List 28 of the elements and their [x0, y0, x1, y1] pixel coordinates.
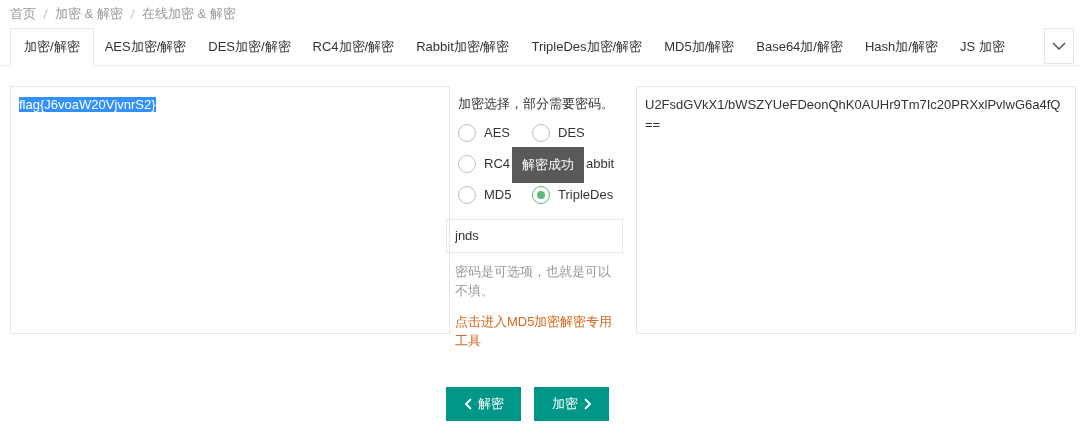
tab[interactable]: JS 加密: [948, 28, 1016, 65]
tab[interactable]: DES加密/解密: [197, 28, 302, 65]
password-hint: 密码是可选项，也就是可以不填。: [454, 262, 612, 300]
tab[interactable]: RC4加密/解密: [301, 28, 406, 65]
encrypt-button[interactable]: 加密: [534, 386, 609, 421]
decrypt-button[interactable]: 解密: [446, 386, 521, 421]
tab[interactable]: Base64加/解密: [745, 28, 854, 65]
tab[interactable]: Hash加/解密: [853, 28, 949, 65]
radio-label: DES: [558, 124, 585, 143]
md5-tool-link[interactable]: 点击进入MD5加密解密专用工具: [450, 311, 626, 350]
ciphertext-field[interactable]: U2FsdGVkX1/bWSZYUeFDeonQhK0AUHr9Tm7Ic20PRXxlPvlwG6a4fQ==: [636, 86, 1076, 334]
tab[interactable]: MD5加/解密: [653, 28, 746, 65]
tab[interactable]: TripleDes加密/解密: [520, 28, 654, 65]
chevron-right-icon: [583, 397, 592, 410]
dropdown-button[interactable]: [1044, 28, 1074, 64]
tab[interactable]: 加密/解密: [10, 28, 94, 66]
chevron-down-icon: [1052, 42, 1066, 50]
radio-label: MD5: [484, 186, 512, 205]
radio-label: abbit: [586, 155, 615, 174]
chevron-left-icon: [463, 397, 472, 410]
password-field[interactable]: jnds: [446, 218, 623, 253]
options-heading: 加密选择，部分需要密码。: [457, 95, 615, 113]
radio-label: RC4: [484, 155, 510, 174]
tab[interactable]: AES加密/解密: [93, 28, 198, 65]
radio-label: AES: [484, 124, 510, 143]
success-toast: 解密成功: [512, 147, 584, 183]
tab[interactable]: Rabbit加密/解密: [405, 28, 521, 65]
radio-label: TripleDes: [558, 186, 614, 205]
